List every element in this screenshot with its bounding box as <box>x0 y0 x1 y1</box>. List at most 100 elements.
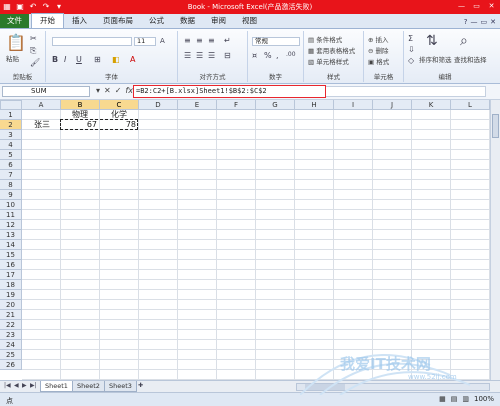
column-header-l[interactable]: L <box>451 100 490 110</box>
horizontal-scrollbar[interactable] <box>296 383 490 391</box>
row-header-9[interactable]: 9 <box>0 190 22 200</box>
column-header-i[interactable]: I <box>334 100 373 110</box>
grow-font-icon[interactable]: A <box>160 37 165 45</box>
page-break-view-icon[interactable]: ▥ <box>462 395 469 403</box>
next-sheet-icon[interactable]: ▶ <box>22 382 27 389</box>
format-as-table-button[interactable]: ▦ 套用表格格式 <box>308 45 355 55</box>
conditional-format-button[interactable]: ▤ 条件格式 <box>308 34 342 44</box>
page-layout-view-icon[interactable]: ▤ <box>451 395 458 403</box>
minimize-ribbon-icon[interactable]: — <box>471 18 478 26</box>
font-name-combo[interactable] <box>52 37 132 46</box>
column-header-g[interactable]: G <box>256 100 295 110</box>
align-bottom-icon[interactable]: ≡ <box>208 36 215 45</box>
insert-function-icon[interactable]: fx <box>125 86 133 95</box>
align-top-icon[interactable]: ≡ <box>184 36 191 45</box>
row-header-3[interactable]: 3 <box>0 130 22 140</box>
insert-button[interactable]: ⊕ 插入 <box>368 34 389 44</box>
restore-workbook-icon[interactable]: ▭ <box>481 18 488 26</box>
find-select-icon[interactable]: ⌕ <box>460 33 468 49</box>
format-painter-icon[interactable]: 🖌 <box>30 58 40 67</box>
borders-icon[interactable]: ⊞ <box>94 55 101 64</box>
font-color-icon[interactable]: A <box>130 55 135 64</box>
row-header-12[interactable]: 12 <box>0 220 22 230</box>
find-select-button[interactable]: 查找和选择 <box>454 54 487 64</box>
vertical-scroll-thumb[interactable] <box>492 114 499 138</box>
row-header-14[interactable]: 14 <box>0 240 22 250</box>
row-header-15[interactable]: 15 <box>0 250 22 260</box>
tab-home[interactable]: 开始 <box>31 13 64 28</box>
row-header-1[interactable]: 1 <box>0 110 22 120</box>
row-header-18[interactable]: 18 <box>0 280 22 290</box>
row-header-2[interactable]: 2 <box>0 120 22 130</box>
percent-icon[interactable]: % <box>264 51 272 60</box>
column-header-e[interactable]: E <box>178 100 217 110</box>
sheet-tab-1[interactable]: Sheet1 <box>40 381 73 392</box>
row-header-11[interactable]: 11 <box>0 210 22 220</box>
row-header-22[interactable]: 22 <box>0 320 22 330</box>
name-box[interactable]: SUM <box>2 86 90 97</box>
paste-button[interactable]: 粘贴 <box>6 53 19 63</box>
column-header-d[interactable]: D <box>139 100 178 110</box>
row-header-26[interactable]: 26 <box>0 360 22 370</box>
column-header-b[interactable]: B <box>61 100 100 110</box>
prev-sheet-icon[interactable]: ◀ <box>14 382 19 389</box>
tab-formulas[interactable]: 公式 <box>141 14 172 28</box>
clear-icon[interactable]: ◇ <box>408 56 414 65</box>
row-header-6[interactable]: 6 <box>0 160 22 170</box>
row-header-24[interactable]: 24 <box>0 340 22 350</box>
cell-styles-button[interactable]: ▧ 单元格样式 <box>308 56 349 66</box>
row-header-13[interactable]: 13 <box>0 230 22 240</box>
normal-view-icon[interactable]: ▦ <box>439 395 446 403</box>
column-header-k[interactable]: K <box>412 100 451 110</box>
restore-icon[interactable]: ▭ <box>470 1 483 12</box>
select-all-corner[interactable] <box>0 100 22 110</box>
column-header-h[interactable]: H <box>295 100 334 110</box>
sort-filter-icon[interactable]: ⇅ <box>426 33 438 49</box>
autosum-icon[interactable]: Σ <box>408 34 413 43</box>
formula-input[interactable]: =B2:C2+[B.xlsx]Sheet1!$B$2:$C$2 <box>133 85 326 98</box>
row-header-7[interactable]: 7 <box>0 170 22 180</box>
row-header-20[interactable]: 20 <box>0 300 22 310</box>
column-header-c[interactable]: C <box>100 100 139 110</box>
paste-icon[interactable]: 📋 <box>6 33 26 52</box>
wrap-text-icon[interactable]: ↵ <box>224 36 231 45</box>
underline-icon[interactable]: U <box>76 55 82 64</box>
cut-icon[interactable]: ✂ <box>30 34 37 43</box>
new-sheet-icon[interactable]: ✚ <box>138 382 143 389</box>
close-workbook-icon[interactable]: ✕ <box>490 18 496 26</box>
align-right-icon[interactable]: ☰ <box>208 51 215 60</box>
last-sheet-icon[interactable]: ▶| <box>30 382 37 389</box>
zoom-level[interactable]: 100% <box>474 395 494 403</box>
horizontal-scroll-thumb[interactable] <box>305 384 345 390</box>
fill-color-icon[interactable]: ◧ <box>112 55 120 64</box>
bold-icon[interactable]: B <box>52 55 58 64</box>
column-header-a[interactable]: A <box>22 100 61 110</box>
sort-filter-button[interactable]: 排序和筛选 <box>419 54 452 64</box>
help-icon[interactable]: ? <box>464 18 468 26</box>
tab-view[interactable]: 视图 <box>234 14 265 28</box>
italic-icon[interactable]: I <box>64 55 66 64</box>
column-header-j[interactable]: J <box>373 100 412 110</box>
sheet-tab-2[interactable]: Sheet2 <box>72 381 105 392</box>
number-format-combo[interactable]: 常规 <box>252 37 300 46</box>
cancel-icon[interactable]: ✕ <box>104 86 111 95</box>
close-icon[interactable]: ✕ <box>485 1 498 12</box>
row-header-4[interactable]: 4 <box>0 140 22 150</box>
align-center-icon[interactable]: ☰ <box>196 51 203 60</box>
currency-icon[interactable]: ¤ <box>252 51 257 60</box>
tab-insert[interactable]: 插入 <box>64 14 95 28</box>
enter-icon[interactable]: ✓ <box>115 86 122 95</box>
row-header-19[interactable]: 19 <box>0 290 22 300</box>
row-header-8[interactable]: 8 <box>0 180 22 190</box>
row-header-25[interactable]: 25 <box>0 350 22 360</box>
sheet-tab-3[interactable]: Sheet3 <box>104 381 137 392</box>
column-header-f[interactable]: F <box>217 100 256 110</box>
delete-button[interactable]: ⊖ 删除 <box>368 45 389 55</box>
worksheet-grid[interactable]: ABCDEFGHIJKL 1 2 3 4 5 6 7 8 9 10 11 12 13 14 15 16 17 18… <box>0 100 500 380</box>
fill-icon[interactable]: ⇩ <box>408 45 415 54</box>
tab-data[interactable]: 数据 <box>172 14 203 28</box>
formula-input-extension[interactable] <box>326 86 486 97</box>
row-header-23[interactable]: 23 <box>0 330 22 340</box>
tab-file[interactable]: 文件 <box>0 14 29 28</box>
font-size-combo[interactable]: 11 <box>134 37 156 46</box>
